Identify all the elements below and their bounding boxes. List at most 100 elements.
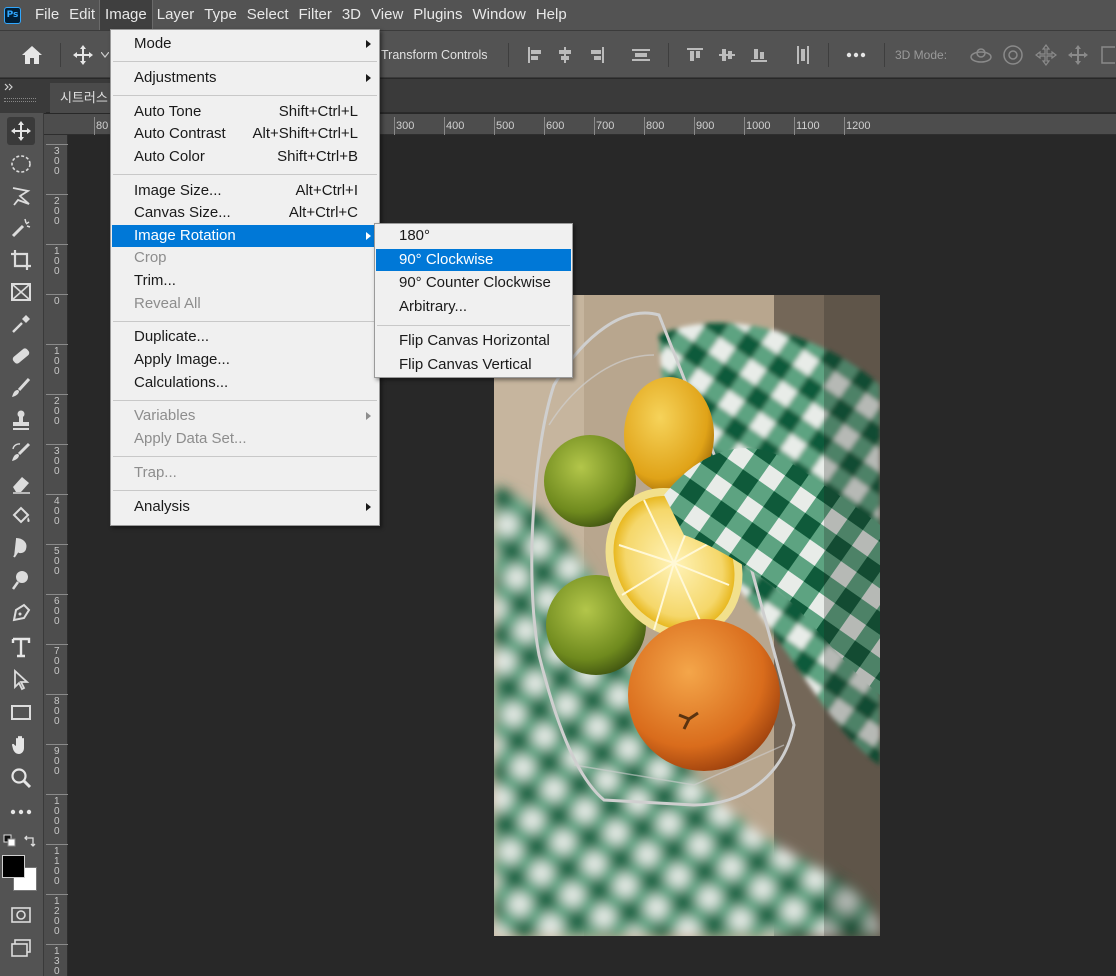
align-left-edges-icon[interactable] <box>524 31 546 79</box>
slide-3d-icon[interactable] <box>1066 31 1090 79</box>
menu-view[interactable]: View <box>366 0 408 30</box>
ruler-label: 1200 <box>846 120 871 132</box>
healing-brush-tool-icon[interactable] <box>7 342 35 370</box>
menu-image[interactable]: Image <box>99 0 153 31</box>
rectangle-tool-icon[interactable] <box>7 698 35 726</box>
ruler-tick <box>46 894 68 895</box>
align-right-edges-icon[interactable] <box>586 31 608 79</box>
zoom-tool-icon[interactable] <box>7 764 35 792</box>
quick-mask-icon[interactable] <box>7 901 35 929</box>
drag-3d-icon[interactable] <box>1034 31 1058 79</box>
hand-tool-icon[interactable] <box>7 731 35 759</box>
default-colors-icon[interactable] <box>0 831 20 851</box>
menu-plugins[interactable]: Plugins <box>408 0 467 30</box>
chevron-down-icon[interactable] <box>100 31 110 79</box>
type-tool-icon[interactable] <box>7 633 35 661</box>
document-image[interactable] <box>494 295 880 936</box>
ruler-tick <box>46 344 68 345</box>
align-top-edges-icon[interactable] <box>684 31 706 79</box>
menu-item-mode[interactable]: Mode <box>112 33 378 55</box>
lasso-tool-icon[interactable] <box>7 182 35 210</box>
pen-tool-icon[interactable] <box>7 599 35 627</box>
orbit-3d-icon[interactable] <box>968 31 994 79</box>
menu-layer[interactable]: Layer <box>152 0 200 30</box>
menu-3d[interactable]: 3D <box>337 0 366 30</box>
menu-item-90-deg-counter-clockwise[interactable]: 90° Counter Clockwise <box>376 272 571 294</box>
brush-tool-icon[interactable] <box>7 374 35 402</box>
path-selection-tool-icon[interactable] <box>7 666 35 694</box>
menu-type[interactable]: Type <box>199 0 242 30</box>
foreground-color-swatch[interactable] <box>2 855 25 878</box>
distribute-horizontal-icon[interactable] <box>628 31 654 79</box>
menu-edit[interactable]: Edit <box>64 0 100 30</box>
distribute-vertical-icon[interactable] <box>792 31 814 79</box>
ruler-label: 6 0 0 <box>54 596 60 627</box>
menu-item-apply-image[interactable]: Apply Image... <box>112 349 378 371</box>
menu-item-arbitrary[interactable]: Arbitrary... <box>376 296 571 318</box>
align-vertical-centers-icon[interactable] <box>716 31 738 79</box>
menu-separator <box>113 61 377 63</box>
menu-item-flip-canvas-vertical[interactable]: Flip Canvas Vertical <box>376 354 571 376</box>
menu-separator <box>113 456 377 458</box>
double-chevron-icon[interactable] <box>4 82 14 94</box>
menu-item-duplicate[interactable]: Duplicate... <box>112 326 378 348</box>
magic-wand-tool-icon[interactable] <box>7 214 35 242</box>
menu-item-flip-canvas-horizontal[interactable]: Flip Canvas Horizontal <box>376 330 571 352</box>
menu-item-image-size[interactable]: Image Size... Alt+Ctrl+I <box>112 180 378 202</box>
submenu-arrow-icon <box>366 73 371 82</box>
move-tool-preset-icon[interactable] <box>70 31 96 79</box>
home-icon[interactable] <box>18 31 46 79</box>
options-divider <box>884 43 885 67</box>
crop-tool-icon[interactable] <box>7 246 35 274</box>
blur-tool-icon[interactable] <box>7 534 35 562</box>
ruler-label: 1 0 0 0 <box>54 796 60 837</box>
menu-item-canvas-size[interactable]: Canvas Size... Alt+Ctrl+C <box>112 202 378 224</box>
ruler-label: 7 0 0 <box>54 646 60 677</box>
menu-file[interactable]: File <box>30 0 64 30</box>
roll-3d-icon[interactable] <box>1000 31 1026 79</box>
menu-help[interactable]: Help <box>531 0 572 30</box>
photoshop-window: Ps File Edit Image Layer Type Select Fil… <box>0 0 1116 976</box>
menu-item-calculations[interactable]: Calculations... <box>112 372 378 394</box>
menu-filter[interactable]: Filter <box>294 0 337 30</box>
menu-item-trim[interactable]: Trim... <box>112 270 378 292</box>
clone-stamp-tool-icon[interactable] <box>7 406 35 434</box>
marquee-tool-icon[interactable] <box>7 150 35 178</box>
scale-3d-icon[interactable] <box>1098 31 1116 79</box>
ruler-tick <box>46 444 68 445</box>
menu-item-auto-tone[interactable]: Auto Tone Shift+Ctrl+L <box>112 101 378 123</box>
menu-select[interactable]: Select <box>242 0 294 30</box>
menu-item-label: 90° Clockwise <box>399 250 494 268</box>
menu-item-reveal-all: Reveal All <box>112 293 378 315</box>
menu-item-image-rotation[interactable]: Image Rotation <box>112 224 378 247</box>
frame-tool-icon[interactable] <box>7 278 35 306</box>
eraser-tool-icon[interactable] <box>7 470 35 498</box>
swap-colors-icon[interactable] <box>20 831 40 851</box>
vertical-ruler[interactable]: 3 0 0 2 0 0 1 0 0 0 1 0 0 2 0 0 3 0 0 4 0 0 5 0 … <box>44 135 68 976</box>
toolbar-grip[interactable] <box>4 98 36 102</box>
dodge-tool-icon[interactable] <box>7 566 35 594</box>
menu-item-adjustments[interactable]: Adjustments <box>112 67 378 89</box>
align-horizontal-centers-icon[interactable] <box>554 31 576 79</box>
menu-item-90-deg-clockwise[interactable]: 90° Clockwise <box>376 248 571 271</box>
options-divider <box>508 43 509 67</box>
transform-controls-label[interactable]: Transform Controls <box>381 31 488 79</box>
eyedropper-tool-icon[interactable] <box>7 310 35 338</box>
paint-bucket-tool-icon[interactable] <box>7 502 35 530</box>
ruler-label: 600 <box>546 120 565 132</box>
move-tool-icon[interactable] <box>7 117 35 145</box>
menu-item-auto-contrast[interactable]: Auto Contrast Alt+Shift+Ctrl+L <box>112 123 378 145</box>
edit-toolbar-icon[interactable] <box>7 798 35 826</box>
menu-item-180-deg[interactable]: 180° <box>376 225 571 247</box>
history-brush-tool-icon[interactable] <box>7 438 35 466</box>
menu-item-auto-color[interactable]: Auto Color Shift+Ctrl+B <box>112 146 378 168</box>
screen-mode-icon[interactable] <box>7 934 35 962</box>
ruler-tick <box>794 117 795 135</box>
align-bottom-edges-icon[interactable] <box>748 31 770 79</box>
more-options-icon[interactable] <box>842 31 870 79</box>
menu-window[interactable]: Window <box>467 0 530 30</box>
menu-item-analysis[interactable]: Analysis <box>112 496 378 518</box>
menu-item-label: Adjustments <box>134 68 217 86</box>
ruler-label: 800 <box>646 120 665 132</box>
photoshop-logo-icon[interactable]: Ps <box>4 6 21 24</box>
